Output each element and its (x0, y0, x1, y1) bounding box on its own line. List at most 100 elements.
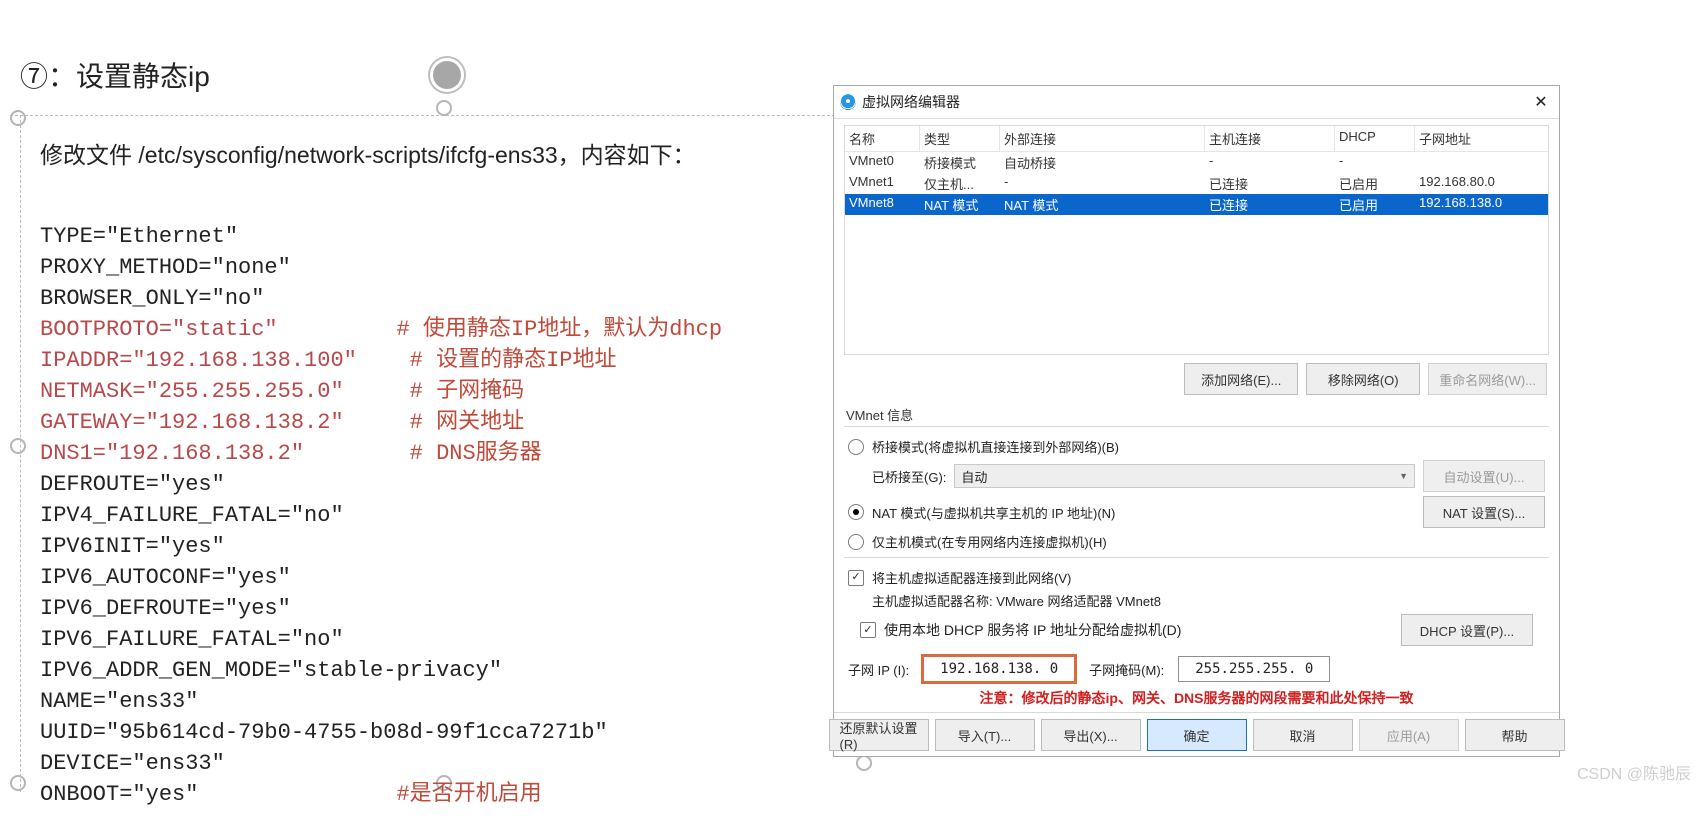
check-dhcp-label: 使用本地 DHCP 服务将 IP 地址分配给虚拟机(D) (884, 620, 1181, 640)
add-network-button[interactable]: 添加网络(E)... (1184, 363, 1298, 395)
bridge-to-label: 已桥接至(G): (872, 467, 946, 486)
remove-network-button[interactable]: 移除网络(O) (1306, 363, 1420, 395)
table-row[interactable]: VMnet0 桥接模式 自动桥接 - - (845, 152, 1548, 173)
cfg-l4: BOOTPROTO="static" (40, 317, 278, 342)
subnet-mask-label: 子网掩码(M): (1089, 660, 1164, 679)
cancel-button[interactable]: 取消 (1253, 719, 1353, 751)
table-row-selected[interactable]: VMnet8 NAT 模式 NAT 模式 已连接 已启用 192.168.138… (845, 194, 1548, 215)
cell: 已启用 (1335, 194, 1415, 215)
cfg-l1: TYPE="Ethernet" (40, 224, 238, 249)
cell: 192.168.80.0 (1415, 173, 1549, 194)
vmnet-info-group: 桥接模式(将虚拟机直接连接到外部网络)(B) 已桥接至(G): 自动 ▼ 自动设… (844, 426, 1549, 551)
divider (20, 115, 21, 792)
cell: 仅主机... (920, 173, 1000, 194)
cell: 自动桥接 (1000, 152, 1205, 173)
radio-bridge[interactable] (848, 439, 864, 455)
cfg-l5: IPADDR="192.168.138.100" (40, 348, 357, 373)
dialog-footer: 还原默认设置(R) 导入(T)... 导出(X)... 确定 取消 应用(A) … (834, 712, 1559, 757)
network-table: 名称 类型 外部连接 主机连接 DHCP 子网地址 VMnet0 桥接模式 自动… (844, 125, 1549, 355)
warning-note: 注意：修改后的静态ip、网关、DNS服务器的网段需要和此处保持一致 (834, 688, 1559, 708)
app-icon (840, 94, 856, 110)
cell: VMnet1 (845, 173, 920, 194)
close-icon[interactable]: ✕ (1529, 92, 1553, 112)
host-adapter-name: 主机虚拟适配器名称: VMware 网络适配器 VMnet8 (872, 591, 1161, 610)
col-ext[interactable]: 外部连接 (1000, 126, 1205, 152)
cell: VMnet0 (845, 152, 920, 173)
table-row[interactable]: VMnet1 仅主机... - 已连接 已启用 192.168.80.0 (845, 173, 1548, 194)
virtual-network-editor-dialog: 虚拟网络编辑器 ✕ 名称 类型 外部连接 主机连接 DHCP 子网地址 VMne… (833, 85, 1560, 757)
cfg-l15: IPV6_ADDR_GEN_MODE="stable-privacy" (40, 658, 502, 683)
cfg-l11: IPV6INIT="yes" (40, 534, 225, 559)
cfg-l7c: # 网关地址 (410, 410, 524, 435)
cfg-l8: DNS1="192.168.138.2" (40, 441, 304, 466)
cfg-l9: DEFROUTE="yes" (40, 472, 225, 497)
cfg-l14: IPV6_FAILURE_FATAL="no" (40, 627, 344, 652)
cfg-l19c: #是否开机启用 (396, 782, 541, 807)
check-host-adapter[interactable] (848, 570, 864, 586)
radio-hostonly[interactable] (848, 534, 864, 550)
radio-nat-label: NAT 模式(与虚拟机共享主机的 IP 地址)(N) (872, 503, 1115, 522)
subnet-mask-input[interactable]: 255.255.255. 0 (1178, 656, 1330, 682)
nat-settings-button[interactable]: NAT 设置(S)... (1423, 496, 1545, 528)
cfg-l10: IPV4_FAILURE_FATAL="no" (40, 503, 344, 528)
cfg-l19: ONBOOT="yes" (40, 782, 198, 807)
cell: NAT 模式 (1000, 194, 1205, 215)
help-button[interactable]: 帮助 (1465, 719, 1565, 751)
cell: - (1000, 173, 1205, 194)
check-dhcp[interactable] (860, 622, 876, 638)
check-host-adapter-label: 将主机虚拟适配器连接到此网络(V) (872, 568, 1071, 587)
handle-icon (10, 438, 26, 454)
cfg-l7: GATEWAY="192.168.138.2" (40, 410, 344, 435)
watermark: CSDN @陈驰辰 (1577, 760, 1691, 784)
handle-icon (856, 755, 872, 771)
table-header: 名称 类型 外部连接 主机连接 DHCP 子网地址 (845, 126, 1548, 152)
cfg-l3: BROWSER_ONLY="no" (40, 286, 264, 311)
handle-icon (10, 775, 26, 791)
rename-network-button: 重命名网络(W)... (1428, 363, 1547, 395)
cfg-l18: DEVICE="ens33" (40, 751, 225, 776)
cfg-l16: NAME="ens33" (40, 689, 198, 714)
import-button[interactable]: 导入(T)... (935, 719, 1035, 751)
apply-button: 应用(A) (1359, 719, 1459, 751)
dialog-title: 虚拟网络编辑器 (862, 92, 960, 112)
cfg-l12: IPV6_AUTOCONF="yes" (40, 565, 291, 590)
cell: 192.168.138.0 (1415, 194, 1549, 215)
cfg-l13: IPV6_DEFROUTE="yes" (40, 596, 291, 621)
cell: 已启用 (1335, 173, 1415, 194)
cell: 桥接模式 (920, 152, 1000, 173)
bridge-to-select: 自动 ▼ (954, 464, 1415, 488)
col-type[interactable]: 类型 (920, 126, 1000, 152)
col-dhcp[interactable]: DHCP (1335, 126, 1415, 152)
cfg-l17: UUID="95b614cd-79b0-4755-b08d-99f1cca727… (40, 720, 608, 745)
cell: NAT 模式 (920, 194, 1000, 215)
cell: - (1335, 152, 1415, 173)
col-subnet[interactable]: 子网地址 (1415, 126, 1549, 152)
cell: - (1205, 152, 1335, 173)
subnet-ip-label: 子网 IP (I): (848, 660, 909, 679)
dhcp-settings-button[interactable]: DHCP 设置(P)... (1401, 614, 1533, 646)
cell: 已连接 (1205, 194, 1335, 215)
cfg-l4c: # 使用静态IP地址，默认为dhcp (396, 317, 722, 342)
host-adapter-group: 将主机虚拟适配器连接到此网络(V) 主机虚拟适配器名称: VMware 网络适配… (844, 557, 1549, 682)
cfg-l5c: # 设置的静态IP地址 (410, 348, 617, 373)
file-desc: 修改文件 /etc/sysconfig/network-scripts/ifcf… (40, 136, 820, 170)
cell (1415, 152, 1549, 173)
subnet-ip-input[interactable]: 192.168.138. 0 (923, 656, 1075, 682)
col-host[interactable]: 主机连接 (1205, 126, 1335, 152)
config-block: 修改文件 /etc/sysconfig/network-scripts/ifcf… (30, 126, 820, 810)
bridge-to-value: 自动 (961, 467, 987, 486)
col-name[interactable]: 名称 (845, 126, 920, 152)
cell: VMnet8 (845, 194, 920, 215)
cfg-l8c: # DNS服务器 (410, 441, 542, 466)
restore-defaults-button[interactable]: 还原默认设置(R) (829, 719, 929, 751)
cfg-l6c: # 子网掩码 (410, 379, 524, 404)
chevron-down-icon: ▼ (1399, 471, 1408, 481)
export-button[interactable]: 导出(X)... (1041, 719, 1141, 751)
divider (10, 115, 840, 116)
dialog-titlebar: 虚拟网络编辑器 ✕ (834, 86, 1559, 119)
ok-button[interactable]: 确定 (1147, 719, 1247, 751)
radio-bridge-label: 桥接模式(将虚拟机直接连接到外部网络)(B) (872, 437, 1119, 456)
vmnet-info-label: VMnet 信息 (846, 405, 1547, 424)
radio-nat[interactable] (848, 504, 864, 520)
step-title: ⑦：设置静态ip (20, 55, 820, 95)
